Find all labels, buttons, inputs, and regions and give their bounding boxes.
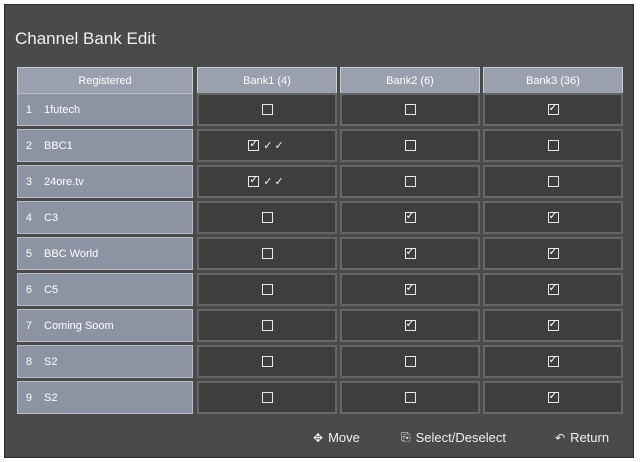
checkbox-icon[interactable]	[547, 245, 559, 259]
bank-cell-bank1[interactable]	[197, 381, 337, 414]
header-bank3: Bank3 (36)	[483, 67, 623, 95]
checkbox-icon[interactable]	[261, 248, 273, 259]
row-label-2: 2 BBC1	[17, 129, 193, 162]
row-label-3: 3 24ore.tv	[17, 165, 193, 198]
footer-select: ⎘ Select/Deselect	[401, 430, 506, 445]
bank-cell-bank1[interactable]	[197, 237, 337, 270]
channel-number: 7	[25, 319, 32, 332]
header-registered: Registered	[17, 67, 193, 95]
channel-name: BBC1	[44, 139, 73, 152]
check-marks: ✓✓	[263, 139, 286, 152]
bank-cell-bank1[interactable]	[197, 345, 337, 378]
channel-number: 8	[25, 355, 32, 368]
bank-cell-bank2[interactable]	[340, 93, 480, 126]
bank-cell-bank3[interactable]	[483, 93, 623, 126]
bank-cell-bank1[interactable]	[197, 201, 337, 234]
bank-cell-bank1[interactable]	[197, 309, 337, 342]
checkbox-icon[interactable]	[547, 389, 559, 403]
channel-name: C5	[44, 283, 59, 296]
bank-cell-bank2[interactable]	[340, 237, 480, 270]
move-arrows-icon: ✥	[313, 430, 324, 445]
channel-name: 24ore.tv	[44, 175, 84, 188]
checkbox-icon[interactable]	[248, 137, 260, 151]
checkbox-icon[interactable]	[404, 356, 416, 367]
channel-name: S2	[44, 391, 58, 404]
bank-cell-bank2[interactable]	[340, 201, 480, 234]
checkbox-icon[interactable]	[404, 281, 416, 295]
bank-cell-bank2[interactable]	[340, 165, 480, 198]
checkbox-icon[interactable]	[404, 392, 416, 403]
checkbox-icon[interactable]	[547, 176, 559, 187]
checkbox-icon[interactable]	[404, 176, 416, 187]
bank-cell-bank3[interactable]	[483, 201, 623, 234]
row-label-5: 5 BBC World	[17, 237, 193, 270]
bank-cell-bank2[interactable]	[340, 381, 480, 414]
bank-cell-bank3[interactable]	[483, 129, 623, 162]
bank-cell-bank3[interactable]	[483, 165, 623, 198]
channel-number: 6	[25, 283, 32, 296]
checkbox-icon[interactable]	[261, 392, 273, 403]
checkbox-icon[interactable]	[261, 284, 273, 295]
channel-number: 4	[25, 211, 32, 224]
row-label-9: 9 S2	[17, 381, 193, 414]
bank-cell-bank1[interactable]	[197, 273, 337, 306]
footer-move: ✥ Move	[313, 430, 360, 445]
header-bank1: Bank1 (4)	[197, 67, 337, 95]
checkbox-icon[interactable]	[547, 317, 559, 331]
channel-number: 1	[25, 103, 32, 116]
channel-number: 2	[25, 139, 32, 152]
checkbox-icon[interactable]	[404, 245, 416, 259]
channel-name: C3	[44, 211, 59, 224]
bank-cell-bank3[interactable]	[483, 381, 623, 414]
footer-select-label: Select/Deselect	[415, 430, 506, 445]
footer-move-label: Move	[328, 430, 360, 445]
bank-cell-bank2[interactable]	[340, 345, 480, 378]
channel-name: 1futech	[44, 103, 81, 116]
page-title: Channel Bank Edit	[15, 29, 156, 48]
checkbox-icon[interactable]	[547, 140, 559, 151]
bank-cell-bank2[interactable]	[340, 309, 480, 342]
checkbox-icon[interactable]	[547, 281, 559, 295]
checkbox-icon[interactable]	[547, 101, 559, 115]
footer-return: ↶ Return	[555, 430, 609, 445]
bank-cell-bank1[interactable]: ✓ ✓	[197, 129, 337, 162]
checkbox-icon[interactable]	[547, 209, 559, 223]
checkbox-icon[interactable]	[248, 173, 260, 187]
row-label-8: 8 S2	[17, 345, 193, 378]
checkbox-icon[interactable]	[261, 104, 273, 115]
channel-name: Coming Soom	[44, 319, 114, 332]
checkbox-icon[interactable]	[547, 353, 559, 367]
row-label-6: 6 C5	[17, 273, 193, 306]
header-bank2: Bank2 (6)	[340, 67, 480, 95]
checkbox-icon[interactable]	[261, 212, 273, 223]
bank-cell-bank1[interactable]	[197, 93, 337, 126]
footer-return-label: Return	[570, 430, 610, 445]
channel-name: S2	[44, 355, 58, 368]
checkbox-icon[interactable]	[404, 140, 416, 151]
bank-cell-bank3[interactable]	[483, 237, 623, 270]
checkbox-icon[interactable]	[404, 209, 416, 223]
enter-icon: ⎘	[401, 430, 411, 444]
row-label-7: 7 Coming Soom	[17, 309, 193, 342]
check-marks: ✓✓	[263, 175, 286, 188]
channel-bank-edit-screen: Channel Bank Edit Registered Bank1 (4) B…	[4, 4, 634, 458]
checkbox-icon[interactable]	[404, 104, 416, 115]
channel-number: 3	[25, 175, 32, 188]
checkbox-icon[interactable]	[404, 317, 416, 331]
row-label-1: 1 1futech	[17, 93, 193, 126]
bank-cell-bank3[interactable]	[483, 273, 623, 306]
bank-cell-bank2[interactable]	[340, 129, 480, 162]
bank-cell-bank3[interactable]	[483, 309, 623, 342]
bank-cell-bank1[interactable]: ✓ ✓	[197, 165, 337, 198]
bank-cell-bank2[interactable]	[340, 273, 480, 306]
channel-number: 5	[25, 247, 32, 260]
return-arrow-icon: ↶	[555, 430, 566, 445]
bank-cell-bank3[interactable]	[483, 345, 623, 378]
checkbox-icon[interactable]	[261, 320, 273, 331]
channel-number: 9	[25, 391, 32, 404]
channel-name: BBC World	[44, 247, 99, 260]
row-label-4: 4 C3	[17, 201, 193, 234]
checkbox-icon[interactable]	[261, 356, 273, 367]
